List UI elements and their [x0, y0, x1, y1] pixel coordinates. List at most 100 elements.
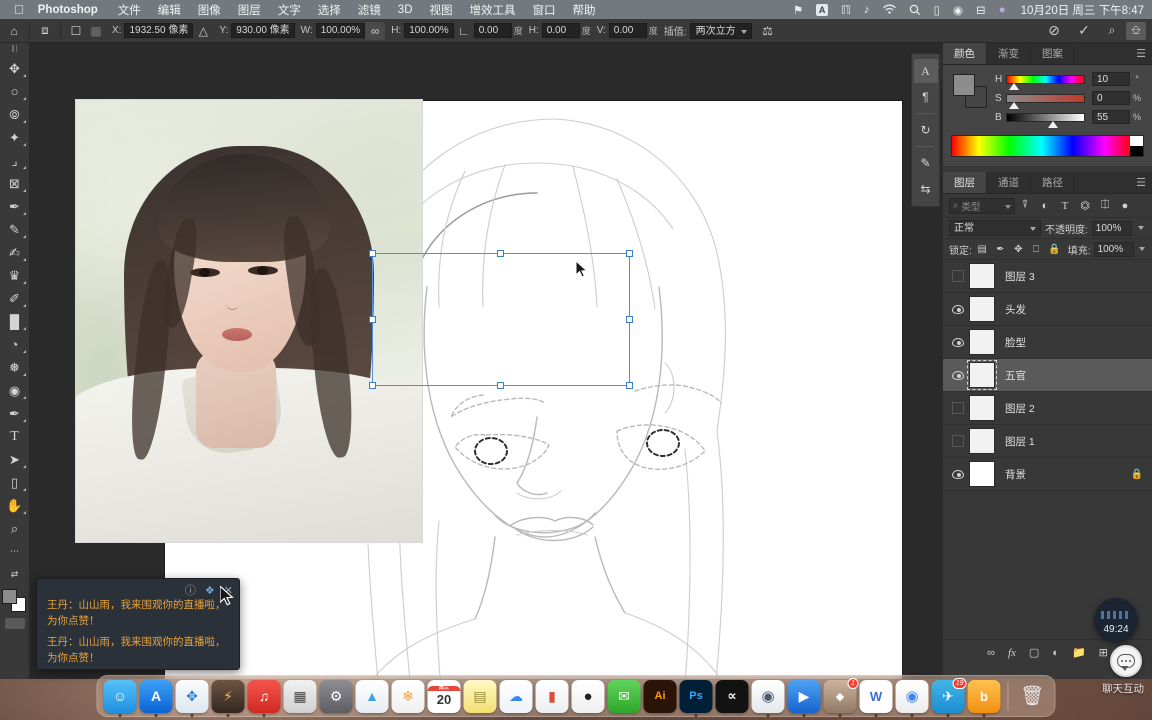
- layer-row-4[interactable]: 图层 2: [943, 392, 1152, 425]
- dock-item-baidu-netdisk[interactable]: ☁: [499, 679, 533, 713]
- layer-visibility-toggle-0[interactable]: [947, 270, 969, 282]
- dock-item-calendar[interactable]: 周三 20: [427, 679, 461, 713]
- character-panel-icon[interactable]: A: [913, 59, 938, 83]
- warp-icon[interactable]: ⚖: [758, 22, 778, 40]
- lock-image-pixels-icon[interactable]: ✒: [993, 244, 1008, 255]
- dock-item-netease-music[interactable]: ♫: [247, 679, 281, 717]
- delta-icon[interactable]: △: [193, 22, 213, 40]
- layer-name-5[interactable]: 图层 1: [1005, 434, 1148, 449]
- cancel-transform-icon[interactable]: ⊘: [1044, 22, 1064, 40]
- close-icon[interactable]: ✕: [224, 584, 233, 597]
- notification-bell-icon[interactable]: ⚑: [793, 3, 803, 17]
- layer-thumbnail-6[interactable]: [969, 461, 995, 487]
- eyedropper-tool[interactable]: ✒: [2, 195, 28, 218]
- zoom-search-icon[interactable]: ⌕: [1102, 22, 1122, 40]
- filter-toggle-icon[interactable]: ●: [1115, 197, 1135, 215]
- apple-menu-icon[interactable]: : [14, 3, 24, 16]
- dock-item-photos[interactable]: ❄: [391, 679, 425, 713]
- rectangle-tool[interactable]: ▯: [2, 471, 28, 494]
- dock-item-notes[interactable]: ▤: [463, 679, 497, 713]
- brush-settings-panel-icon[interactable]: ✎: [914, 151, 938, 175]
- hue-slider-track[interactable]: [1006, 74, 1085, 90]
- layer-name-3[interactable]: 五官: [1005, 368, 1148, 383]
- menu-item-type[interactable]: 文字: [278, 2, 301, 18]
- tab-color[interactable]: 颜色: [943, 43, 987, 64]
- layer-filter-type-select[interactable]: ⌕ 类型: [949, 197, 1015, 214]
- layer-name-6[interactable]: 背景: [1005, 467, 1131, 482]
- menu-bar-clock[interactable]: 10月20日 周三 下午8:47: [1021, 2, 1144, 18]
- commit-transform-icon[interactable]: ✓: [1074, 22, 1094, 40]
- layer-row-5[interactable]: 图层 1: [943, 425, 1152, 458]
- dock-item-qq[interactable]: ●: [571, 679, 605, 713]
- x-value-field[interactable]: 1932.50 像素: [124, 23, 194, 38]
- pen-tool[interactable]: ✒: [2, 402, 28, 425]
- dock-item-douban-app[interactable]: b: [967, 679, 1001, 717]
- dock-item-wps-office[interactable]: ▮: [535, 679, 569, 713]
- h-value-field[interactable]: 100.00%: [404, 23, 454, 38]
- airplay-icon[interactable]: ⊟: [976, 3, 986, 17]
- arrange-documents-icon[interactable]: ⎒: [1126, 21, 1146, 40]
- angle-value-field[interactable]: 0.00: [473, 23, 512, 38]
- angle-icon[interactable]: ∟: [454, 22, 474, 40]
- layer-visibility-toggle-5[interactable]: [947, 435, 969, 447]
- layer-visibility-toggle-1[interactable]: [947, 304, 969, 314]
- screen-share-icon[interactable]: ℿ: [841, 3, 851, 17]
- menu-item-3d[interactable]: 3D: [398, 4, 413, 16]
- skew-v-field[interactable]: 0.00: [608, 23, 647, 38]
- layer-style-icon[interactable]: fx: [1008, 647, 1016, 659]
- dock-item-finder[interactable]: ☺: [103, 679, 137, 717]
- chat-interaction-button[interactable]: [1110, 645, 1142, 677]
- filter-smart-object-icon[interactable]: ⎅: [1095, 197, 1115, 215]
- path-selection-tool[interactable]: ➤: [2, 448, 28, 471]
- eraser-tool[interactable]: █: [2, 310, 28, 333]
- home-icon[interactable]: ⌂: [4, 22, 24, 40]
- magic-wand-tool[interactable]: ✦: [2, 126, 28, 149]
- dock-item-calculator[interactable]: ▦: [283, 679, 317, 713]
- w-value-field[interactable]: 100.00%: [315, 23, 366, 38]
- paragraph-panel-icon[interactable]: ¶: [914, 85, 938, 109]
- tab-layers[interactable]: 图层: [943, 172, 987, 193]
- layer-mask-icon[interactable]: ▢: [1029, 646, 1039, 659]
- fill-dropdown-icon[interactable]: [1138, 247, 1145, 251]
- color-spectrum-bar[interactable]: [951, 135, 1144, 157]
- blend-mode-select[interactable]: 正常: [949, 220, 1041, 236]
- opacity-value[interactable]: 100%: [1091, 220, 1132, 236]
- layer-thumbnail-5[interactable]: [969, 428, 995, 454]
- live-timer-bubble[interactable]: 49:24: [1094, 598, 1138, 642]
- layer-thumbnail-3[interactable]: [967, 360, 997, 390]
- frame-tool[interactable]: ⊠: [2, 172, 28, 195]
- lock-position-icon[interactable]: ✥: [1011, 244, 1026, 255]
- menu-item-layer[interactable]: 图层: [238, 2, 261, 18]
- layer-visibility-toggle-4[interactable]: [947, 402, 969, 414]
- bluetooth-icon[interactable]: ♪: [864, 4, 870, 16]
- foreground-color-swatch[interactable]: [1, 589, 17, 604]
- brightness-slider-track[interactable]: [1006, 112, 1085, 128]
- brush-tool[interactable]: ✍: [2, 241, 28, 264]
- siri-icon[interactable]: ●: [999, 4, 1006, 16]
- interpolation-select[interactable]: 两次立方: [689, 22, 752, 39]
- layer-thumbnail-0[interactable]: [969, 263, 995, 289]
- elliptical-marquee-tool[interactable]: ○: [2, 80, 28, 103]
- layer-thumbnail-2[interactable]: [969, 329, 995, 355]
- hand-tool[interactable]: ✋: [2, 494, 28, 517]
- lock-nesting-icon[interactable]: ⎕: [1029, 244, 1044, 255]
- layer-visibility-toggle-6[interactable]: [947, 469, 969, 479]
- layer-name-1[interactable]: 头发: [1005, 302, 1148, 317]
- brightness-value[interactable]: 55: [1092, 110, 1130, 124]
- color-panel-foreground-swatch[interactable]: [953, 74, 975, 96]
- blur-tool[interactable]: ❅: [2, 356, 28, 379]
- saturation-value[interactable]: 0: [1092, 91, 1130, 105]
- chat-notification-popup[interactable]: ⓘ ❖ ✕ 王丹：山山雨，我来围观你的直播啦，为你点赞！ 王丹：山山雨，我来围观…: [36, 578, 240, 670]
- reference-point-grid-icon[interactable]: ▦: [86, 22, 106, 40]
- adjustment-layer-icon[interactable]: ◐: [1052, 647, 1059, 659]
- dock-item-capcut[interactable]: ∝: [715, 679, 749, 713]
- spot-healing-brush-tool[interactable]: ✎: [2, 218, 28, 241]
- lasso-tool[interactable]: ⦾: [2, 103, 28, 126]
- color-panel-swatches[interactable]: [953, 74, 987, 108]
- filter-type-icon[interactable]: T: [1055, 197, 1075, 215]
- menu-item-filter[interactable]: 滤镜: [358, 2, 381, 18]
- quick-mask-toggle[interactable]: [4, 618, 25, 629]
- dock-item-live-streaming-app[interactable]: ◆ 1: [823, 677, 859, 717]
- dock-item-app-store[interactable]: A: [139, 679, 173, 717]
- wifi-icon[interactable]: [883, 4, 896, 15]
